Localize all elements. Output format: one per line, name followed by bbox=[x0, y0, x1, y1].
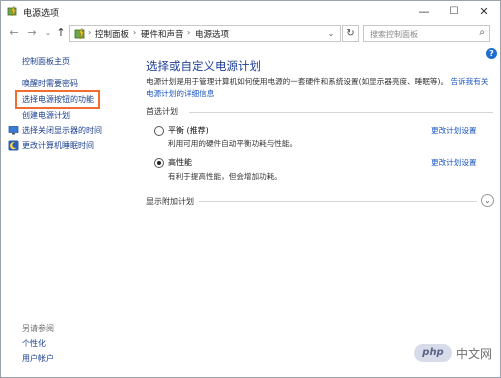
forward-button[interactable]: → bbox=[25, 26, 39, 40]
sidebar-item-user-accounts[interactable]: 用户帐户 bbox=[22, 353, 54, 364]
minimize-button[interactable]: — bbox=[409, 1, 439, 22]
high-performance-plan-name[interactable]: 高性能 bbox=[168, 157, 192, 168]
balanced-plan-radio[interactable] bbox=[154, 126, 164, 136]
section-divider bbox=[189, 112, 493, 113]
balanced-plan-name[interactable]: 平衡 (推荐) bbox=[168, 125, 209, 136]
search-placeholder: 搜索控制面板 bbox=[370, 30, 418, 39]
sidebar-item-sleep-time[interactable]: 更改计算机睡眠时间 bbox=[22, 140, 94, 151]
sidebar-item-personalization[interactable]: 个性化 bbox=[22, 338, 46, 349]
control-panel-icon bbox=[74, 27, 85, 40]
monitor-icon bbox=[8, 126, 19, 135]
breadcrumb-power-options[interactable]: 电源选项 bbox=[195, 28, 229, 40]
high-performance-plan-desc: 有利于提高性能，但会增加功耗。 bbox=[168, 172, 282, 181]
sidebar-item-display-off[interactable]: 选择关闭显示器的时间 bbox=[22, 125, 102, 136]
breadcrumb-hardware-sound[interactable]: 硬件和声音 bbox=[141, 28, 184, 40]
description-text: 电源计划是用于管理计算机如何使用电源的一套硬件和系统设置(如显示器亮度、睡眠等)… bbox=[146, 77, 449, 86]
refresh-button[interactable]: ↻ bbox=[342, 25, 359, 42]
high-performance-plan-radio[interactable] bbox=[154, 158, 164, 168]
sidebar-item-require-password[interactable]: 唤醒时需要密码 bbox=[22, 78, 78, 89]
close-button[interactable]: ✕ bbox=[469, 1, 499, 22]
moon-icon bbox=[8, 140, 19, 151]
section-divider bbox=[199, 201, 477, 202]
search-input[interactable]: 搜索控制面板 ⌕ bbox=[363, 25, 490, 42]
address-bar: ← → ⌄ ↑ › 控制面板 › 硬件和声音 › 电源选项 ⌄ ↻ 搜索控制面板… bbox=[1, 23, 500, 45]
page-description: 电源计划是用于管理计算机如何使用电源的一套硬件和系统设置(如显示器亮度、睡眠等)… bbox=[146, 76, 491, 100]
breadcrumb-separator: › bbox=[187, 28, 191, 37]
window-title: 电源选项 bbox=[23, 9, 60, 19]
address-box[interactable]: › 控制面板 › 硬件和声音 › 电源选项 ⌄ bbox=[69, 25, 341, 42]
balanced-plan-desc: 利用可用的硬件自动平衡功耗与性能。 bbox=[168, 139, 298, 148]
balanced-change-settings-link[interactable]: 更改计划设置 bbox=[431, 125, 477, 136]
breadcrumb-control-panel[interactable]: 控制面板 bbox=[95, 28, 129, 40]
chevron-down-icon[interactable]: ⌄ bbox=[481, 194, 494, 207]
php-logo: php bbox=[414, 344, 452, 362]
watermark-text: 中文网 bbox=[456, 347, 493, 361]
highlight-box bbox=[15, 90, 100, 109]
sidebar-item-create-plan[interactable]: 创建电源计划 bbox=[22, 110, 70, 121]
breadcrumb-separator: › bbox=[133, 28, 137, 37]
power-options-window: 电源选项 — ☐ ✕ ← → ⌄ ↑ › 控制面板 › 硬件和声音 › 电源选项… bbox=[0, 0, 501, 378]
back-button[interactable]: ← bbox=[7, 26, 21, 40]
power-options-icon bbox=[7, 5, 17, 17]
breadcrumb-separator: › bbox=[88, 28, 92, 37]
search-icon[interactable]: ⌕ bbox=[479, 27, 485, 38]
high-performance-change-settings-link[interactable]: 更改计划设置 bbox=[431, 157, 477, 168]
sidebar-item-control-panel-home[interactable]: 控制面板主页 bbox=[22, 56, 70, 67]
show-additional-plans-label[interactable]: 显示附加计划 bbox=[146, 196, 194, 207]
title-bar: 电源选项 — ☐ ✕ bbox=[1, 1, 500, 22]
page-title: 选择或自定义电源计划 bbox=[146, 59, 261, 73]
watermark: php 中文网 bbox=[414, 341, 499, 365]
up-button[interactable]: ↑ bbox=[54, 26, 68, 40]
preferred-plans-heading: 首选计划 bbox=[146, 107, 178, 116]
main-content: 选择或自定义电源计划 电源计划是用于管理计算机如何使用电源的一套硬件和系统设置(… bbox=[129, 46, 500, 377]
chevron-down-icon[interactable]: ⌄ bbox=[324, 27, 338, 41]
see-also-heading: 另请参阅 bbox=[22, 324, 54, 333]
maximize-button[interactable]: ☐ bbox=[439, 1, 469, 22]
recent-locations-button[interactable]: ⌄ bbox=[41, 26, 55, 40]
